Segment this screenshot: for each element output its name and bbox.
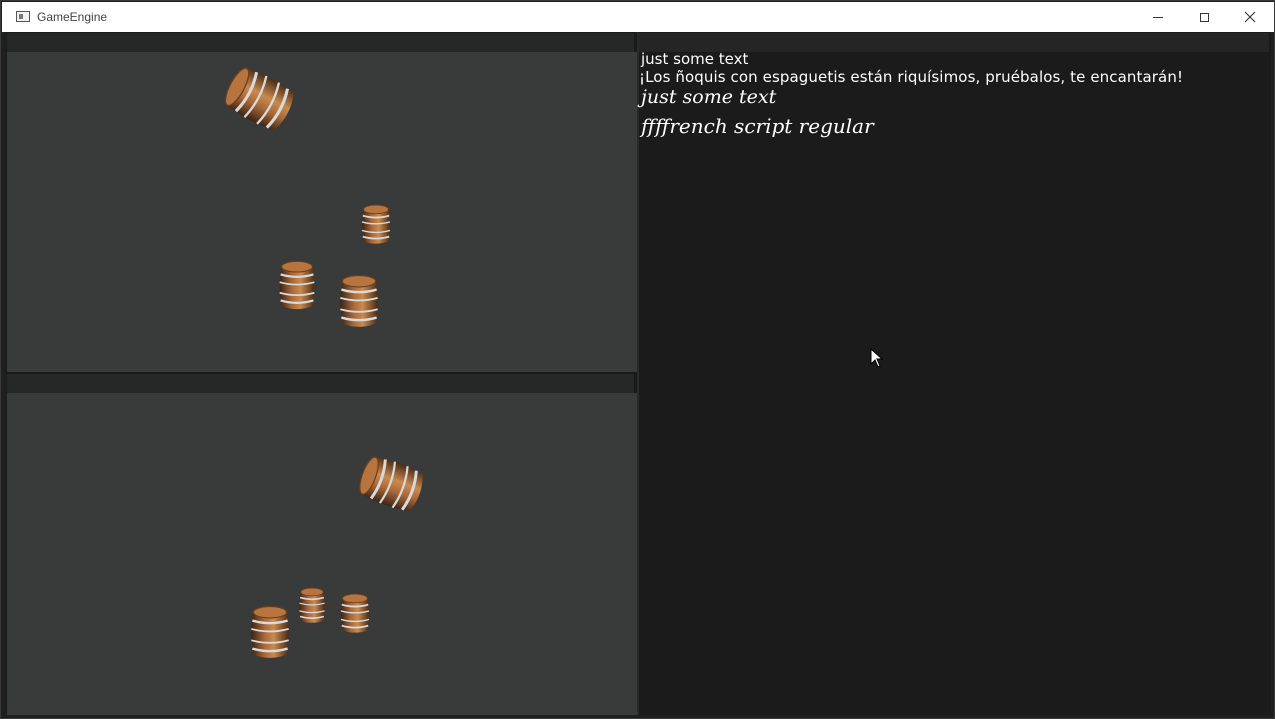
cursor-arrow-icon xyxy=(870,348,884,368)
top-viewport-header[interactable] xyxy=(7,33,634,52)
title-bar[interactable]: GameEngine xyxy=(2,2,1274,32)
barrel xyxy=(359,451,425,517)
text-line-3: just some text xyxy=(641,86,777,108)
text-panel: just some text ¡Los ñoquis con espagueti… xyxy=(639,50,1270,715)
window-title: GameEngine xyxy=(37,10,108,24)
close-icon xyxy=(1244,11,1256,23)
minimize-icon xyxy=(1153,16,1163,18)
client-area: just some text ¡Los ñoquis con espagueti… xyxy=(6,32,1271,715)
bottom-viewport-header[interactable] xyxy=(7,374,634,393)
barrel xyxy=(339,593,371,635)
app-icon xyxy=(16,11,30,22)
bottom-viewport[interactable] xyxy=(7,393,638,715)
barrel xyxy=(225,64,295,134)
barrel xyxy=(249,605,291,661)
barrel xyxy=(277,260,317,312)
text-line-2: ¡Los ñoquis con espaguetis están riquísi… xyxy=(639,68,1184,86)
maximize-icon xyxy=(1199,12,1209,22)
minimize-button[interactable] xyxy=(1135,2,1181,32)
maximize-button[interactable] xyxy=(1181,2,1227,32)
barrel xyxy=(337,274,381,330)
barrel xyxy=(359,204,393,246)
text-line-1: just some text xyxy=(641,50,749,68)
barrel xyxy=(298,587,326,625)
game-engine-window: GameEngine just some text ¡Los ñoquis co… xyxy=(0,0,1275,719)
close-button[interactable] xyxy=(1227,2,1273,32)
top-viewport[interactable] xyxy=(7,52,638,372)
text-line-4: ffffrench script regular xyxy=(641,114,874,138)
